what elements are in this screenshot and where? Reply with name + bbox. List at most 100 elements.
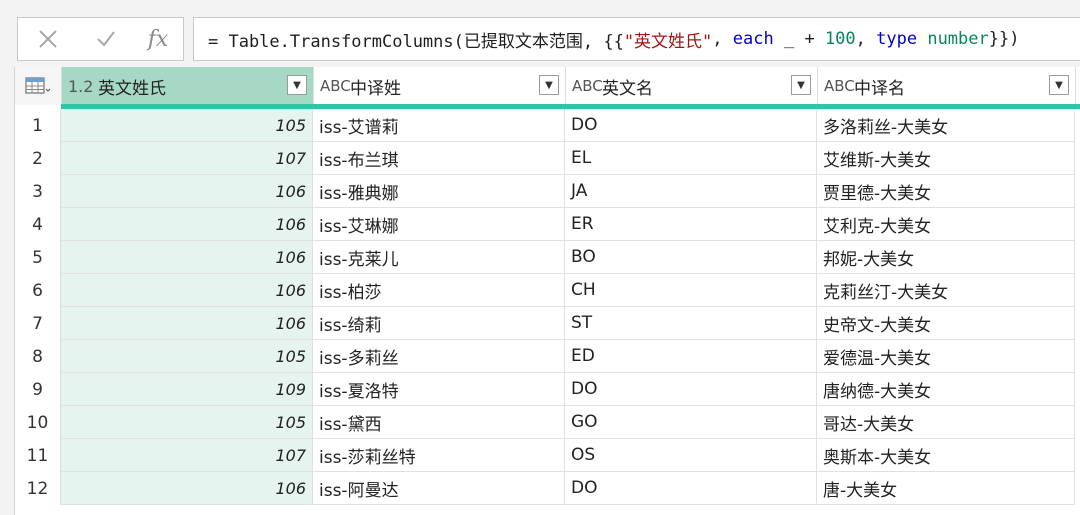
row-number[interactable]: 2 <box>15 142 61 175</box>
table-row[interactable]: 12 106 iss-阿曼达 DO 唐-大美女 <box>15 472 1080 505</box>
formula-bar-buttons: fx <box>17 17 184 61</box>
cell-english-name[interactable]: GO <box>565 406 817 439</box>
grid-body: 1 105 iss-艾谱莉 DO 多洛莉丝-大美女 2 107 iss-布兰琪 EL 艾维斯-大美… <box>15 109 1080 505</box>
row-number[interactable]: 1 <box>15 109 61 142</box>
formula-typename: number <box>927 29 989 49</box>
cell-chinese-surname[interactable]: iss-艾谱莉 <box>313 109 565 142</box>
cell-english-name[interactable]: EL <box>565 142 817 175</box>
cell-chinese-surname[interactable]: iss-雅典娜 <box>313 175 565 208</box>
cell-chinese-name[interactable]: 奥斯本-大美女 <box>817 439 1075 472</box>
cell-english-name[interactable]: CH <box>565 274 817 307</box>
table-row[interactable]: 5 106 iss-克莱儿 BO 邦妮-大美女 <box>15 241 1080 274</box>
formula-keyword: type <box>876 29 918 49</box>
chevron-down-icon: ▼ <box>1055 79 1063 91</box>
column-type-text[interactable]: ABC <box>572 77 603 95</box>
cancel-button[interactable] <box>28 18 68 60</box>
cell-english-surname[interactable]: 107 <box>61 439 313 472</box>
column-filter-button[interactable]: ▼ <box>287 75 307 95</box>
table-row[interactable]: 3 106 iss-雅典娜 JA 贾里德-大美女 <box>15 175 1080 208</box>
cell-english-surname[interactable]: 106 <box>61 472 313 505</box>
cell-chinese-name[interactable]: 哥达-大美女 <box>817 406 1075 439</box>
cell-chinese-surname[interactable]: iss-柏莎 <box>313 274 565 307</box>
cell-english-surname[interactable]: 106 <box>61 274 313 307</box>
cell-chinese-name[interactable]: 邦妮-大美女 <box>817 241 1075 274</box>
cell-english-surname[interactable]: 109 <box>61 373 313 406</box>
table-row[interactable]: 4 106 iss-艾琳娜 ER 艾利克-大美女 <box>15 208 1080 241</box>
cell-english-name[interactable]: OS <box>565 439 817 472</box>
row-number[interactable]: 5 <box>15 241 61 274</box>
cell-english-surname[interactable]: 106 <box>61 307 313 340</box>
cell-chinese-name[interactable]: 多洛莉丝-大美女 <box>817 109 1075 142</box>
cell-chinese-name[interactable]: 唐-大美女 <box>817 472 1075 505</box>
cell-english-name[interactable]: JA <box>565 175 817 208</box>
cell-chinese-name[interactable]: 史帝文-大美女 <box>817 307 1075 340</box>
column-type-decimal[interactable]: 1.2 <box>68 77 98 96</box>
column-filter-button[interactable]: ▼ <box>539 75 559 95</box>
cell-english-name[interactable]: ED <box>565 340 817 373</box>
formula-string: "英文姓氏" <box>623 31 713 52</box>
cell-english-name[interactable]: ER <box>565 208 817 241</box>
formula-part: , <box>712 29 733 49</box>
cell-chinese-name[interactable]: 爱德温-大美女 <box>817 340 1075 373</box>
table-row[interactable]: 9 109 iss-夏洛特 DO 唐纳德-大美女 <box>15 373 1080 406</box>
table-row[interactable]: 1 105 iss-艾谱莉 DO 多洛莉丝-大美女 <box>15 109 1080 142</box>
cell-chinese-surname[interactable]: iss-艾琳娜 <box>313 208 565 241</box>
table-row[interactable]: 8 105 iss-多莉丝 ED 爱德温-大美女 <box>15 340 1080 373</box>
cell-english-name[interactable]: ST <box>565 307 817 340</box>
cell-chinese-surname[interactable]: iss-克莱儿 <box>313 241 565 274</box>
data-grid: 1.2 英文姓氏 ▼ ABC 中译姓 ▼ ABC 英文名 ▼ ABC 中译名 ▼… <box>14 67 1080 515</box>
row-number[interactable]: 6 <box>15 274 61 307</box>
column-filter-button[interactable]: ▼ <box>791 75 811 95</box>
formula-part: _ + <box>773 29 825 49</box>
row-number[interactable]: 4 <box>15 208 61 241</box>
column-type-text[interactable]: ABC <box>824 77 855 95</box>
cell-english-surname[interactable]: 106 <box>61 241 313 274</box>
row-number[interactable]: 7 <box>15 307 61 340</box>
row-number[interactable]: 12 <box>15 472 61 505</box>
column-header-2[interactable]: ABC 中译姓 ▼ <box>314 67 566 105</box>
chevron-down-icon: ▼ <box>545 79 553 91</box>
table-row[interactable]: 2 107 iss-布兰琪 EL 艾维斯-大美女 <box>15 142 1080 175</box>
cell-chinese-surname[interactable]: iss-布兰琪 <box>313 142 565 175</box>
cell-chinese-surname[interactable]: iss-黛西 <box>313 406 565 439</box>
table-row[interactable]: 11 107 iss-莎莉丝特 OS 奥斯本-大美女 <box>15 439 1080 472</box>
cell-english-surname[interactable]: 105 <box>61 340 313 373</box>
cell-chinese-name[interactable]: 艾维斯-大美女 <box>817 142 1075 175</box>
cell-chinese-name[interactable]: 唐纳德-大美女 <box>817 373 1075 406</box>
cell-english-name[interactable]: DO <box>565 373 817 406</box>
cell-chinese-surname[interactable]: iss-多莉丝 <box>313 340 565 373</box>
row-number[interactable]: 9 <box>15 373 61 406</box>
cell-english-name[interactable]: BO <box>565 241 817 274</box>
row-number[interactable]: 11 <box>15 439 61 472</box>
cell-chinese-name[interactable]: 艾利克-大美女 <box>817 208 1075 241</box>
cell-chinese-surname[interactable]: iss-莎莉丝特 <box>313 439 565 472</box>
cell-english-surname[interactable]: 106 <box>61 208 313 241</box>
column-type-text[interactable]: ABC <box>320 77 351 95</box>
cell-english-name[interactable]: DO <box>565 472 817 505</box>
confirm-button[interactable] <box>86 18 126 60</box>
cell-english-name[interactable]: DO <box>565 109 817 142</box>
row-number[interactable]: 3 <box>15 175 61 208</box>
cell-english-surname[interactable]: 107 <box>61 142 313 175</box>
column-header-3[interactable]: ABC 英文名 ▼ <box>566 67 818 105</box>
cell-english-surname[interactable]: 106 <box>61 175 313 208</box>
grid-header: 1.2 英文姓氏 ▼ ABC 中译姓 ▼ ABC 英文名 ▼ ABC 中译名 ▼ <box>15 67 1080 105</box>
cell-chinese-name[interactable]: 贾里德-大美女 <box>817 175 1075 208</box>
cell-chinese-surname[interactable]: iss-绮莉 <box>313 307 565 340</box>
column-header-1[interactable]: 1.2 英文姓氏 ▼ <box>62 67 314 105</box>
cell-chinese-surname[interactable]: iss-夏洛特 <box>313 373 565 406</box>
row-number[interactable]: 10 <box>15 406 61 439</box>
formula-input[interactable]: = Table.TransformColumns(已提取文本范围, {{"英文姓… <box>193 17 1080 61</box>
table-row[interactable]: 10 105 iss-黛西 GO 哥达-大美女 <box>15 406 1080 439</box>
table-row[interactable]: 7 106 iss-绮莉 ST 史帝文-大美女 <box>15 307 1080 340</box>
cell-english-surname[interactable]: 105 <box>61 406 313 439</box>
cell-english-surname[interactable]: 105 <box>61 109 313 142</box>
row-number[interactable]: 8 <box>15 340 61 373</box>
column-header-4[interactable]: ABC 中译名 ▼ <box>818 67 1076 105</box>
cell-chinese-surname[interactable]: iss-阿曼达 <box>313 472 565 505</box>
table-menu-button[interactable] <box>15 67 62 105</box>
column-filter-button[interactable]: ▼ <box>1049 75 1069 95</box>
table-row[interactable]: 6 106 iss-柏莎 CH 克莉丝汀-大美女 <box>15 274 1080 307</box>
cell-chinese-name[interactable]: 克莉丝汀-大美女 <box>817 274 1075 307</box>
fx-button[interactable]: fx <box>138 18 178 60</box>
